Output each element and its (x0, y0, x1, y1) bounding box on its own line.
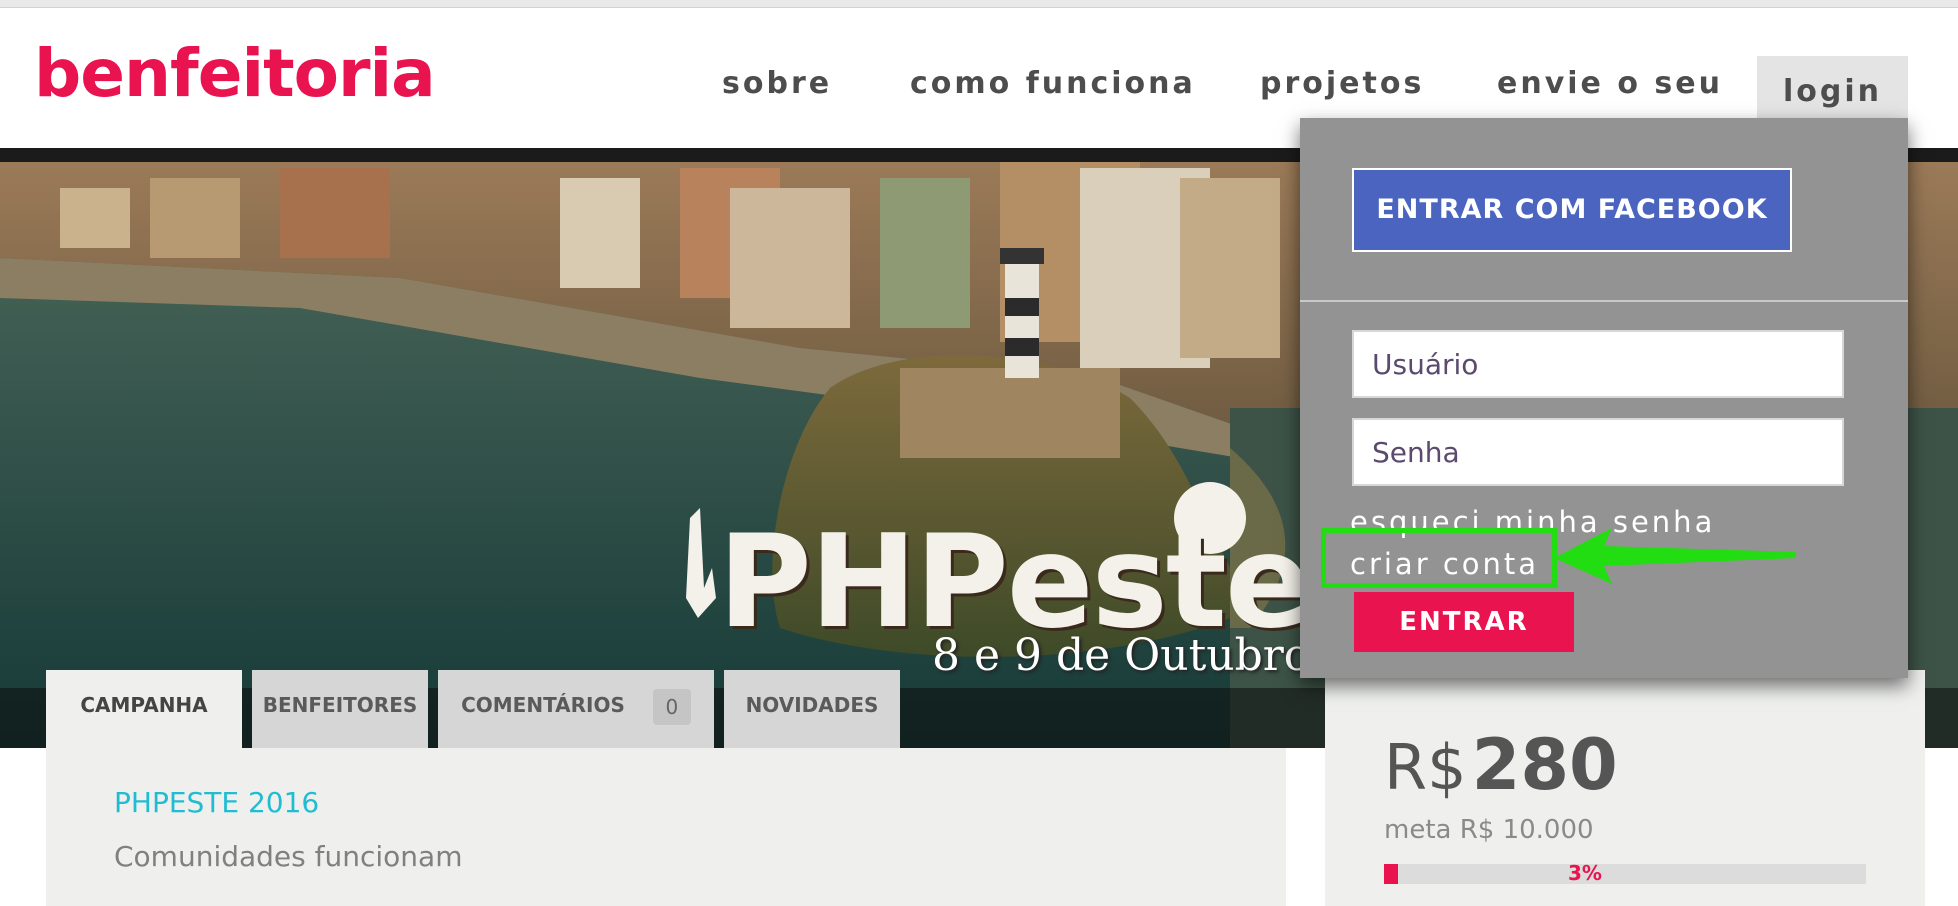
hero-event-date: 8 e 9 de Outubro (932, 630, 1311, 681)
project-description: Comunidades funcionam (114, 840, 463, 873)
annotation-highlight-box (1321, 528, 1557, 588)
raised-value: 280 (1471, 724, 1618, 806)
tab-benfeitores-label: BENFEITORES (262, 693, 418, 717)
tab-campanha-label: CAMPANHA (80, 693, 208, 717)
login-submit-button[interactable]: ENTRAR (1354, 592, 1574, 652)
funding-progress-label: 3% (1568, 861, 1602, 885)
annotation-arrow-icon (1554, 528, 1796, 584)
logo-wordmark: benfeitoria (34, 35, 436, 112)
tab-novidades[interactable]: NOVIDADES (724, 670, 900, 750)
funding-progress-bar (1384, 864, 1866, 884)
site-logo[interactable]: benfeitoria (34, 28, 436, 128)
tab-novidades-label: NOVIDADES (745, 693, 879, 717)
tab-benfeitores[interactable]: BENFEITORES (252, 670, 428, 750)
login-panel-divider (1300, 300, 1908, 302)
funding-goal: meta R$ 10.000 (1384, 815, 1594, 845)
tab-campanha[interactable]: CAMPANHA (46, 670, 242, 750)
tab-comentarios-label: COMENTÁRIOS (461, 693, 625, 717)
nav-item-projetos[interactable]: projetos (1260, 66, 1424, 101)
tab-comentarios[interactable]: COMENTÁRIOS 0 (438, 670, 714, 750)
nav-item-envie-o-seu[interactable]: envie o seu (1497, 66, 1723, 101)
nav-item-como-funciona[interactable]: como funciona (910, 66, 1196, 101)
funding-progress-fill (1384, 864, 1399, 884)
username-input[interactable] (1352, 330, 1844, 398)
currency-symbol: R$ (1384, 731, 1467, 804)
password-input[interactable] (1352, 418, 1844, 486)
nav-item-sobre[interactable]: sobre (722, 66, 832, 101)
comment-count-badge: 0 (652, 688, 691, 725)
project-title: PHPESTE 2016 (114, 786, 320, 819)
browser-top-edge (0, 0, 1958, 8)
campaign-content (46, 748, 1286, 906)
facebook-login-button[interactable]: ENTRAR COM FACEBOOK (1352, 168, 1792, 252)
